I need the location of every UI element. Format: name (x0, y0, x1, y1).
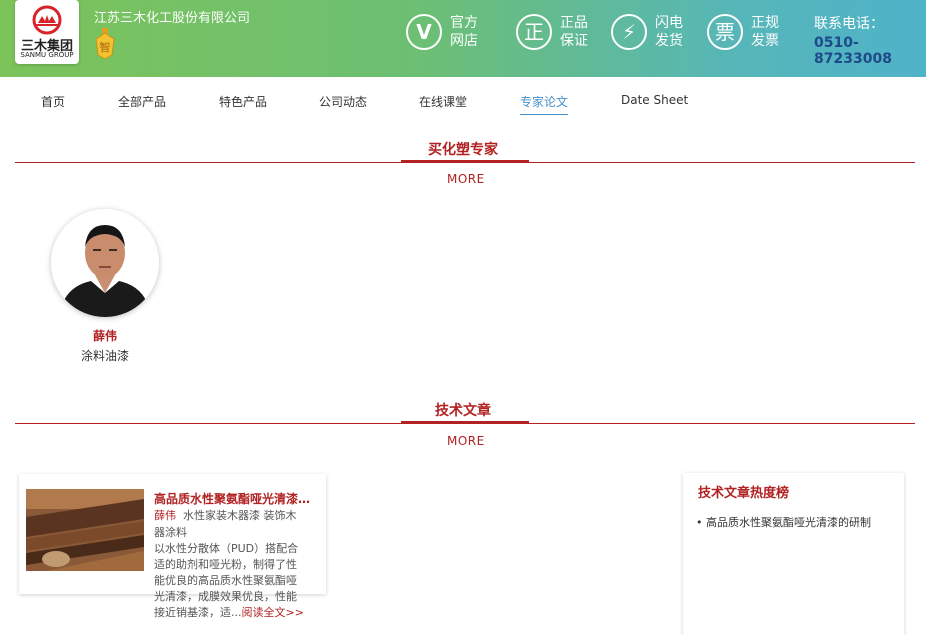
genuine-icon: 正 (516, 14, 552, 50)
nav-item-all-products[interactable]: 全部产品 (118, 93, 166, 110)
nav-item-expert-papers[interactable]: 专家论文 (520, 93, 568, 110)
more-link-experts[interactable]: MORE (447, 172, 485, 186)
sanmu-logo-icon (32, 5, 62, 35)
nav-item-home[interactable]: 首页 (41, 93, 65, 110)
expert-portrait-icon (51, 209, 159, 317)
site-header: 三木集团 SANMU GROUP 江苏三木化工股份有限公司 智 V 官方网店 正… (0, 0, 926, 77)
feature-label: 发货 (655, 33, 683, 49)
feature-label: 官方 (450, 15, 478, 31)
article-desc-line: 接近销基漆，适... (154, 606, 242, 619)
feature-label: 保证 (560, 33, 588, 49)
article-desc-line: 能优良的高品质水性聚氨酯哑 (154, 574, 297, 587)
article-desc-line: 光清漆，成膜效果优良，性能 (154, 590, 297, 603)
check-v-icon: V (406, 14, 442, 50)
section-title-underline (401, 160, 529, 163)
nav-item-company-news[interactable]: 公司动态 (319, 93, 367, 110)
article-description: 以水性分散体（PUD）搭配合 适的助剂和哑光粉，制得了性 能优良的高品质水性聚氨… (154, 541, 314, 621)
article-title[interactable]: 高品质水性聚氨酯哑光清漆的... (154, 490, 322, 507)
expert-avatar[interactable] (51, 209, 159, 317)
logo[interactable]: 三木集团 SANMU GROUP (15, 0, 79, 64)
feature-label: 网店 (450, 33, 478, 49)
nav-item-date-sheet[interactable]: Date Sheet (621, 93, 688, 107)
expert-field: 涂料油漆 (81, 349, 130, 363)
company-name: 江苏三木化工股份有限公司 (94, 11, 251, 26)
article-thumbnail[interactable] (26, 489, 144, 571)
article-desc-line: 以水性分散体（PUD）搭配合 (154, 542, 299, 555)
nav-active-underline (520, 114, 568, 115)
feature-label: 正品 (560, 15, 588, 31)
feature-label: 正规 (751, 15, 779, 31)
hotline-label: 联系电话： (814, 16, 884, 32)
article-author[interactable]: 薛伟 (154, 509, 176, 522)
logo-english-text: SANMU GROUP (20, 51, 74, 59)
feature-label: 闪电 (655, 15, 683, 31)
hotline-number[interactable]: 0510-87233008 (814, 35, 926, 67)
expert-name[interactable]: 薛伟 (93, 327, 117, 344)
article-desc-line: 适的助剂和哑光粉，制得了性 (154, 558, 297, 571)
svg-text:智: 智 (100, 40, 111, 54)
ranking-title: 技术文章热度榜 (698, 486, 790, 501)
invoice-icon: 票 (707, 14, 743, 50)
lightning-icon: ⚡ (611, 14, 647, 50)
read-more-link[interactable]: 阅读全文>> (242, 606, 304, 619)
section-title-articles: 技术文章 (435, 403, 491, 419)
section-title-underline (401, 421, 529, 424)
article-tags: 水性家装木器漆 装饰木 (183, 509, 297, 522)
nav-item-featured-products[interactable]: 特色产品 (219, 93, 267, 110)
medal-icon: 智 (95, 28, 115, 60)
article-tags: 器涂料 (154, 526, 187, 539)
more-link-articles[interactable]: MORE (447, 434, 485, 448)
nav-item-online-class[interactable]: 在线课堂 (419, 93, 467, 110)
ranking-item[interactable]: • 高品质水性聚氨酯哑光清漆的研制 (696, 514, 871, 530)
wood-image-icon (26, 489, 144, 571)
feature-label: 发票 (751, 33, 779, 49)
main-nav: 首页 全部产品 特色产品 公司动态 在线课堂 专家论文 Date Sheet (0, 77, 926, 123)
article-meta: 薛伟 水性家装木器漆 装饰木 器涂料 (154, 507, 314, 541)
section-title-experts: 买化塑专家 (428, 142, 498, 158)
